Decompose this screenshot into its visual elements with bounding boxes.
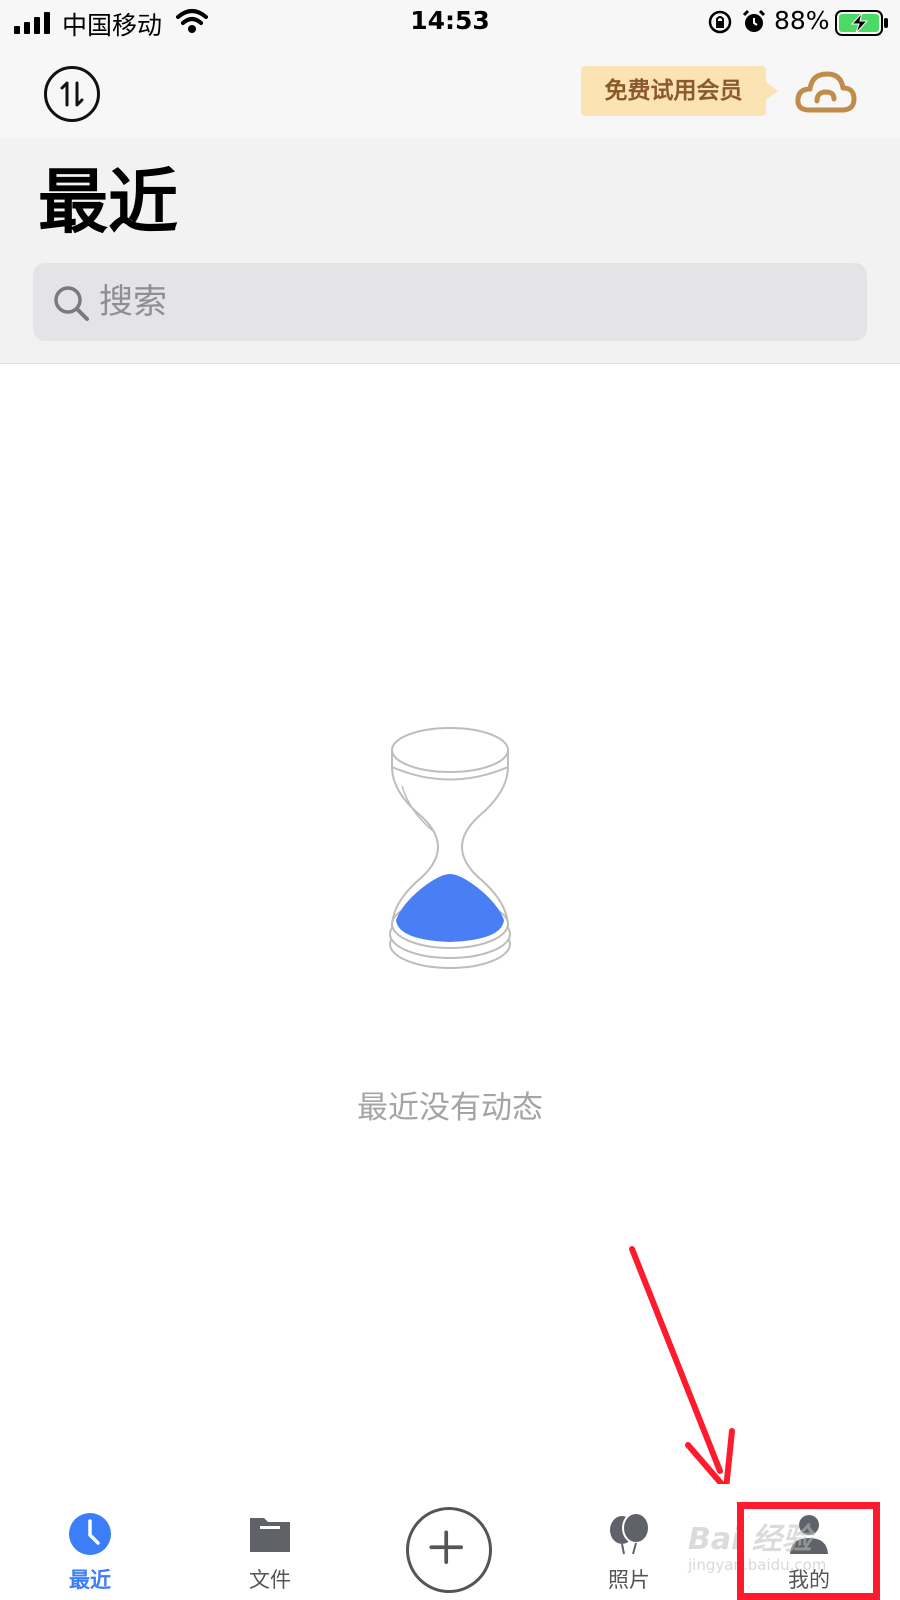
watermark-url: jingyan.baidu.com: [688, 1556, 827, 1574]
transfer-list-button[interactable]: [44, 66, 100, 122]
watermark: Bai 经验: [688, 1522, 812, 1557]
add-button[interactable]: [406, 1507, 492, 1593]
tab-files-label: 文件: [249, 1568, 291, 1592]
battery-charging-icon: [835, 10, 888, 36]
clock-icon: [69, 1513, 111, 1555]
header-area: 最近: [0, 138, 900, 364]
plus-icon: [429, 1530, 463, 1564]
cloud-icon[interactable]: [795, 66, 857, 118]
tab-recent-label: 最近: [69, 1568, 111, 1592]
empty-state: 最近没有动态: [0, 364, 900, 1484]
search-icon: [54, 286, 89, 321]
empty-state-message: 最近没有动态: [357, 1090, 543, 1126]
free-trial-member-badge[interactable]: 免费试用会员: [581, 66, 778, 116]
orientation-lock-icon: [708, 10, 732, 34]
search-input[interactable]: [99, 263, 849, 341]
tab-photos-label: 照片: [608, 1568, 650, 1592]
folder-icon: [250, 1518, 290, 1552]
tab-files[interactable]: 文件: [210, 1484, 330, 1600]
tab-photos[interactable]: 照片: [569, 1484, 689, 1600]
search-bar[interactable]: [33, 263, 867, 341]
status-bar: 中国移动 14:53 88%: [0, 0, 900, 44]
balloons-icon: [610, 1512, 650, 1555]
hourglass-icon: [389, 727, 511, 969]
nav-bar: 免费试用会员: [0, 44, 900, 138]
tab-recent[interactable]: 最近: [30, 1484, 150, 1600]
transfer-arrows-icon: [60, 81, 84, 107]
alarm-icon: [742, 9, 766, 32]
page-title: 最近: [38, 161, 178, 243]
battery-percent: 88%: [774, 6, 830, 35]
